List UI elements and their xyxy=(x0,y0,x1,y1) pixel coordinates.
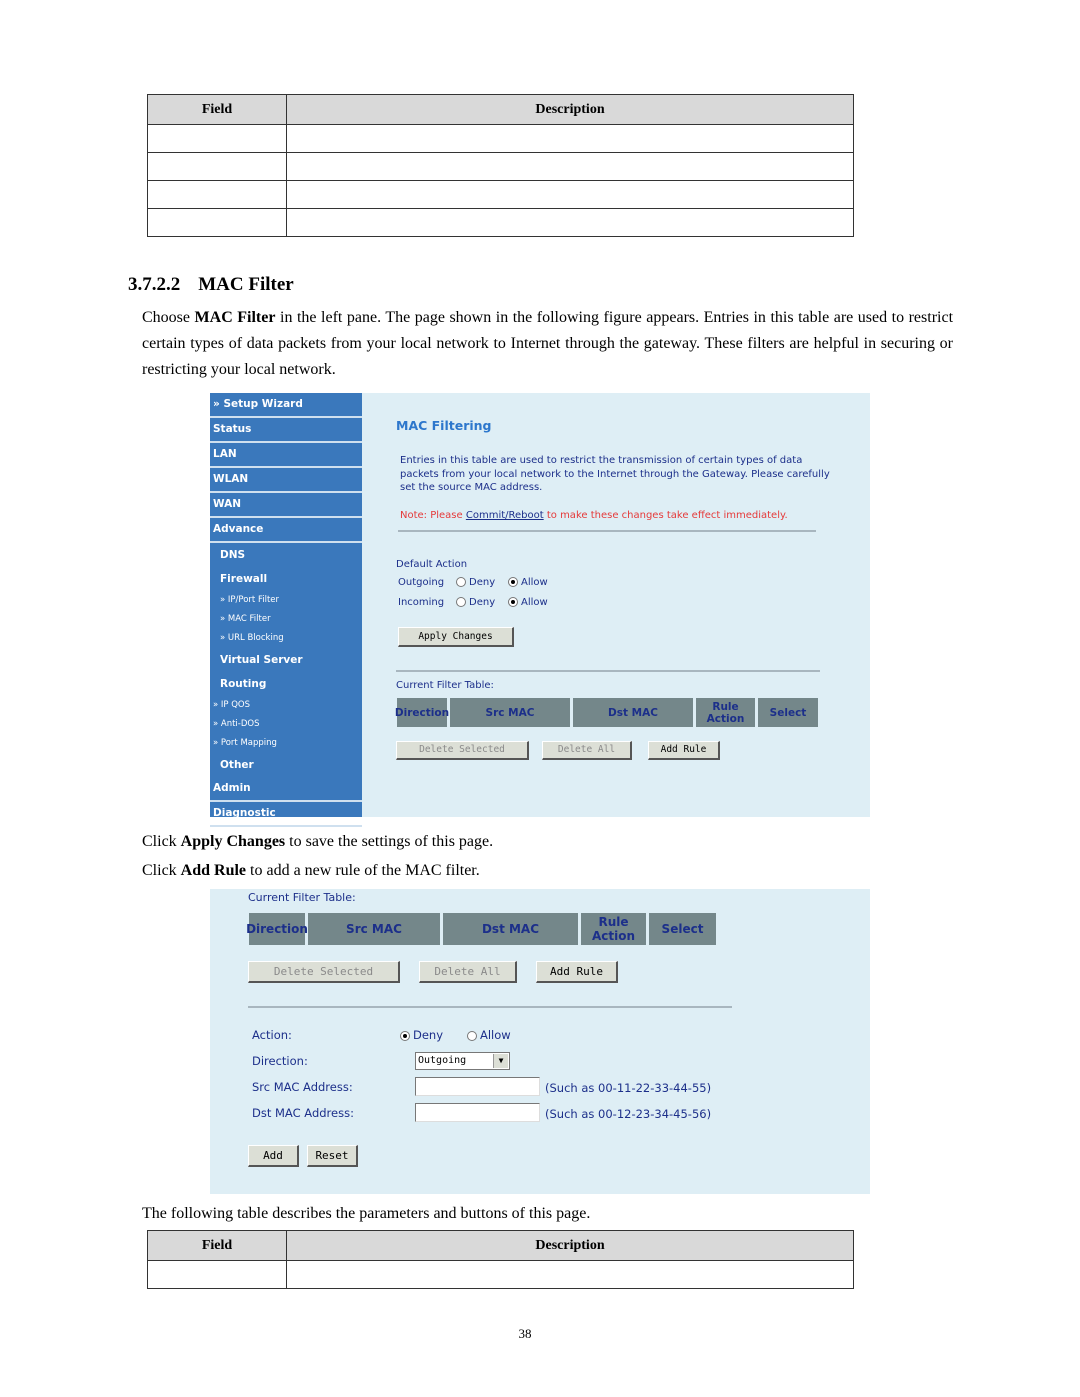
direction-label: Direction: xyxy=(252,1054,308,1068)
col-direction: Direction xyxy=(395,698,449,727)
sidebar-item[interactable]: Status xyxy=(210,418,362,443)
sidebar-item[interactable]: » Setup Wizard xyxy=(210,393,362,418)
following-text: The following table describes the parame… xyxy=(142,1205,591,1222)
bottom-field-table: Field Description xyxy=(147,1230,854,1289)
col-direction: Direction xyxy=(246,913,308,945)
action-allow-radio[interactable]: Allow xyxy=(467,1028,511,1042)
add-button[interactable]: Add xyxy=(248,1145,299,1167)
add-rule-screenshot: Current Filter Table: Direction Src MAC … xyxy=(210,889,870,1194)
src-mac-hint: (Such as 00-11-22-33-44-55) xyxy=(545,1081,712,1095)
direction-select[interactable]: Outgoing ▼ xyxy=(415,1052,510,1070)
intro-paragraph: Choose MAC Filter in the left pane. The … xyxy=(142,309,954,378)
commit-note: Note: Please Commit/Reboot to make these… xyxy=(400,510,788,521)
commit-reboot-link[interactable]: Commit/Reboot xyxy=(466,510,544,521)
sidebar-item[interactable]: » URL Blocking xyxy=(210,629,362,648)
section-title: MAC Filter xyxy=(198,274,294,295)
divider xyxy=(396,670,820,672)
radio-checked-icon xyxy=(508,577,518,587)
section-number: 3.7.2.2 xyxy=(128,274,181,295)
page-title: MAC Filtering xyxy=(396,418,492,433)
page-description: Entries in this table are used to restri… xyxy=(400,455,830,493)
sidebar-item[interactable]: LAN xyxy=(210,443,362,468)
outgoing-deny-radio[interactable]: Deny xyxy=(456,577,495,588)
instruction-apply: Click Apply Changes to save the settings… xyxy=(142,833,494,850)
apply-changes-button[interactable]: Apply Changes xyxy=(398,627,514,647)
col-dst-mac: Dst MAC xyxy=(443,913,578,945)
sidebar-item[interactable]: DNS xyxy=(210,543,362,567)
chevron-down-icon: ▼ xyxy=(493,1054,508,1068)
filter-table-label: Current Filter Table: xyxy=(396,680,494,691)
filter-table-label: Current Filter Table: xyxy=(248,891,356,904)
outgoing-label: Outgoing xyxy=(398,577,445,588)
top-field-table: Field Description xyxy=(147,94,854,237)
col-select: Select xyxy=(758,698,818,727)
sidebar-item[interactable]: WLAN xyxy=(210,468,362,493)
document-page: Field Description 3.7.2.2 MAC Filter Choo… xyxy=(0,0,1080,1397)
radio-checked-icon xyxy=(508,597,518,607)
action-deny-radio[interactable]: Deny xyxy=(400,1028,443,1042)
mac-filter-screenshot: » Setup Wizard Status LAN WLAN WAN Advance DNS… xyxy=(210,393,870,827)
dst-mac-label: Dst MAC Address: xyxy=(252,1106,354,1120)
filter-table-header: Direction Src MAC Dst MAC Rule Action Se… xyxy=(246,913,719,945)
incoming-deny-radio[interactable]: Deny xyxy=(456,597,495,608)
incoming-allow-radio[interactable]: Allow xyxy=(508,597,548,608)
default-action-label: Default Action xyxy=(396,559,468,570)
table-row xyxy=(147,1260,854,1289)
col-rule-action: Rule Action xyxy=(696,698,755,727)
delete-all-button[interactable]: Delete All xyxy=(419,961,517,983)
sidebar-item[interactable]: Admin xyxy=(210,777,362,802)
col-dst-mac: Dst MAC xyxy=(573,698,693,727)
col-select: Select xyxy=(649,913,716,945)
instruction-add-rule: Click Add Rule to add a new rule of the … xyxy=(142,862,480,879)
header-field: Field xyxy=(147,94,287,125)
sidebar-item[interactable]: WAN xyxy=(210,493,362,518)
dst-mac-input[interactable] xyxy=(415,1103,540,1122)
col-rule-action: Rule Action xyxy=(581,913,646,945)
divider xyxy=(248,1006,732,1008)
incoming-label: Incoming xyxy=(398,597,445,608)
col-src-mac: Src MAC xyxy=(308,913,440,945)
radio-checked-icon xyxy=(400,1030,410,1041)
add-rule-button[interactable]: Add Rule xyxy=(648,741,720,760)
delete-all-button[interactable]: Delete All xyxy=(542,741,632,760)
table-row xyxy=(147,124,854,153)
radio-icon xyxy=(467,1030,477,1041)
outgoing-allow-radio[interactable]: Allow xyxy=(508,577,548,588)
radio-icon xyxy=(456,597,466,607)
reset-button[interactable]: Reset xyxy=(307,1145,358,1167)
table-row xyxy=(147,180,854,209)
src-mac-label: Src MAC Address: xyxy=(252,1080,353,1094)
section-heading: 3.7.2.2 MAC Filter xyxy=(128,274,312,296)
src-mac-input[interactable] xyxy=(415,1077,540,1096)
sidebar-item[interactable]: Routing xyxy=(210,672,362,696)
delete-selected-button[interactable]: Delete Selected xyxy=(396,741,529,760)
table-row xyxy=(147,208,854,237)
add-rule-button[interactable]: Add Rule xyxy=(536,961,618,983)
sidebar-item[interactable]: » Port Mapping xyxy=(210,734,362,753)
sidebar-item[interactable]: » MAC Filter xyxy=(210,610,362,629)
header-field: Field xyxy=(147,1230,287,1261)
filter-table-header: Direction Src MAC Dst MAC Rule Action Se… xyxy=(395,698,821,727)
col-src-mac: Src MAC xyxy=(450,698,570,727)
page-number: 38 xyxy=(518,1326,532,1341)
sidebar-item[interactable]: Diagnostic xyxy=(210,802,362,827)
header-description: Description xyxy=(286,1230,854,1261)
header-description: Description xyxy=(286,94,854,125)
sidebar: » Setup Wizard Status LAN WLAN WAN Advance DNS… xyxy=(210,393,362,827)
sidebar-item[interactable]: Firewall xyxy=(210,567,362,591)
sidebar-item[interactable]: Advance xyxy=(210,518,362,543)
table-row xyxy=(147,152,854,181)
sidebar-item[interactable]: » IP/Port Filter xyxy=(210,591,362,610)
sidebar-item[interactable]: » IP QOS xyxy=(210,696,362,715)
radio-icon xyxy=(456,577,466,587)
sidebar-item[interactable]: » Anti-DOS xyxy=(210,715,362,734)
dst-mac-hint: (Such as 00-12-23-34-45-56) xyxy=(545,1107,712,1121)
sidebar-item[interactable]: Other xyxy=(210,753,362,777)
sidebar-item[interactable]: Virtual Server xyxy=(210,648,362,672)
divider xyxy=(398,530,816,532)
delete-selected-button[interactable]: Delete Selected xyxy=(248,961,400,983)
action-label: Action: xyxy=(252,1028,292,1042)
